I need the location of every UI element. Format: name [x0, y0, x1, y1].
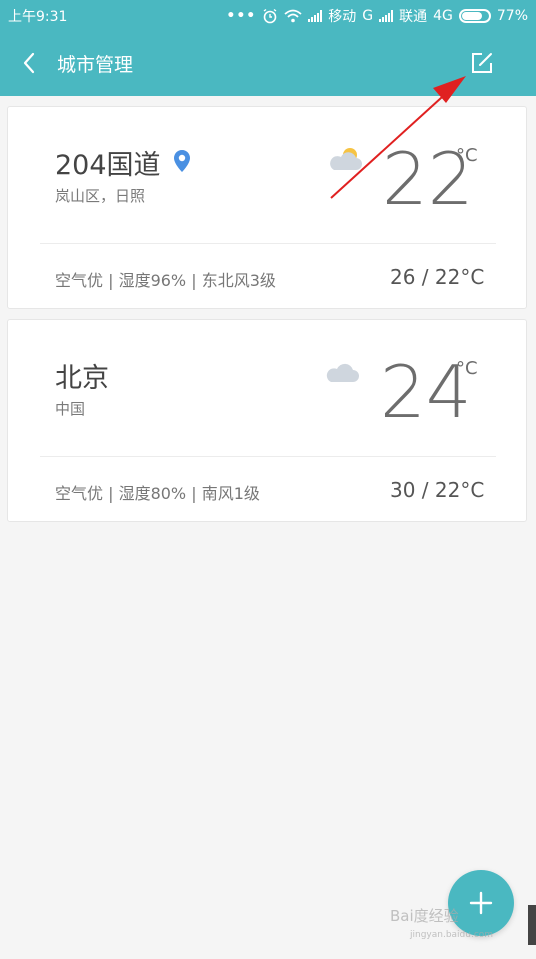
edit-square-icon	[472, 53, 492, 73]
alarm-icon	[263, 8, 277, 24]
battery-percent: 77%	[496, 8, 528, 24]
status-dots: •••	[226, 8, 257, 24]
temperature-unit: °C	[456, 358, 478, 379]
back-button[interactable]	[14, 48, 44, 78]
wifi-icon	[284, 9, 302, 23]
watermark-url: jingyan.baidu.com	[410, 930, 494, 940]
weather-info: 空气优 | 湿度96% | 东北风3级	[55, 271, 276, 290]
chevron-left-icon	[23, 52, 35, 74]
signal-icon	[308, 10, 323, 22]
network-2: 4G	[433, 8, 453, 24]
city-name: 北京	[55, 363, 109, 394]
top-bar: 上午9:31 ••• 移动 G 联通 4G 77% 城市管理	[0, 0, 536, 96]
edit-button[interactable]	[466, 48, 498, 78]
city-card[interactable]: 北京 中国 24 °C 空气优 | 湿度80% | 南风1级 30 / 22°C	[7, 319, 527, 522]
status-right: ••• 移动 G 联通 4G 77%	[226, 6, 528, 26]
temperature-unit: °C	[456, 145, 478, 166]
partly-cloudy-icon	[330, 148, 362, 170]
city-name: 204国道	[55, 150, 161, 181]
status-bar: 上午9:31 ••• 移动 G 联通 4G 77%	[0, 0, 536, 30]
card-divider	[40, 243, 496, 244]
status-time: 上午9:31	[8, 9, 68, 25]
scroll-handle[interactable]	[528, 905, 536, 945]
add-city-button[interactable]	[448, 870, 514, 936]
city-region: 岚山区，日照	[55, 187, 146, 205]
page-title: 城市管理	[57, 54, 134, 76]
signal-icon-2	[379, 10, 394, 22]
location-pin-icon	[174, 150, 190, 172]
nav-bar: 城市管理	[0, 30, 536, 96]
battery-icon	[458, 9, 491, 23]
watermark: Bai度经验	[390, 907, 459, 925]
temperature-range: 30 / 22°C	[390, 478, 485, 502]
card-divider	[40, 456, 496, 457]
temperature-range: 26 / 22°C	[390, 265, 485, 289]
cloudy-icon	[326, 363, 359, 382]
network-1: G	[362, 8, 374, 24]
carrier-2: 联通	[399, 9, 428, 25]
city-card[interactable]: 204国道 岚山区，日照 22 °C 空气优 | 湿度96% | 东北风3级 2…	[7, 106, 527, 309]
battery-fill	[461, 12, 482, 20]
city-region: 中国	[55, 400, 86, 418]
carrier-1: 移动	[328, 9, 357, 25]
plus-icon	[469, 891, 493, 915]
weather-info: 空气优 | 湿度80% | 南风1级	[55, 484, 260, 503]
